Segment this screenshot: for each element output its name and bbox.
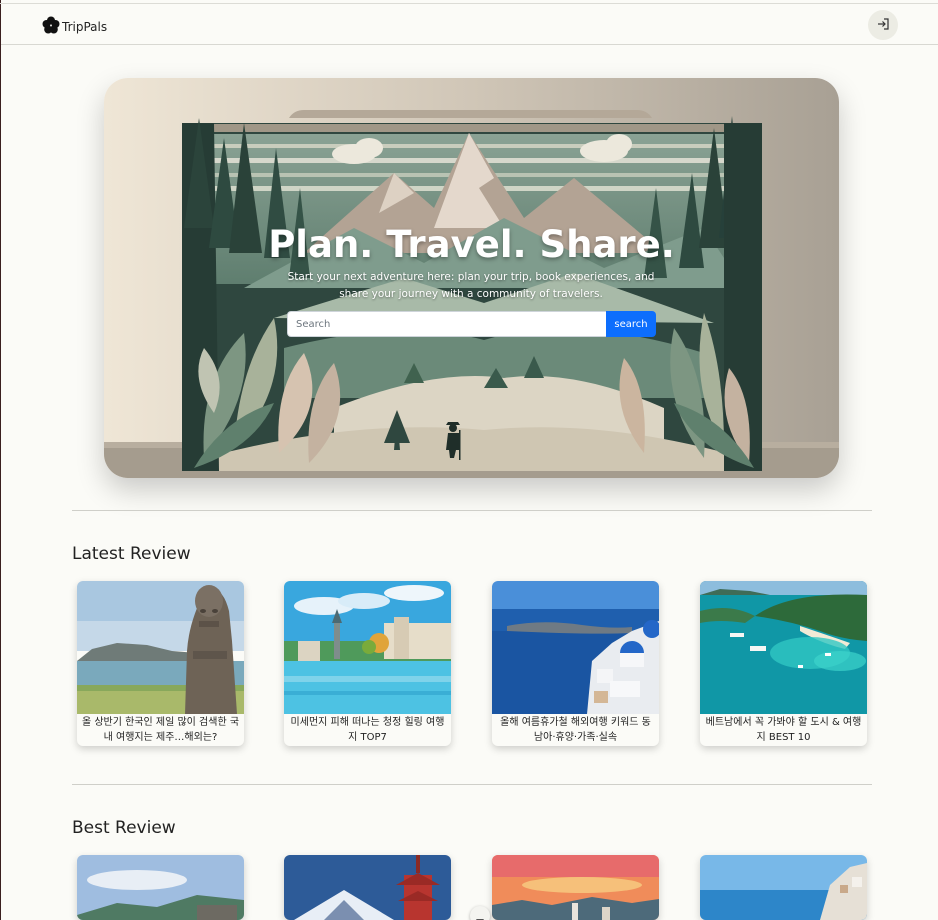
review-card[interactable]: 미세먼지 피해 떠나는 청정 힐링 여행지 TOP7 <box>284 581 451 746</box>
card-image <box>492 855 659 920</box>
card-caption: 베트남에서 꼭 가봐야 할 도시 & 여행지 BEST 10 <box>705 717 862 743</box>
flower-icon <box>41 15 61 39</box>
card-image <box>700 855 867 920</box>
card-caption: 올 상반기 한국인 제일 많이 검색한 국내 여행지는 제주…해외는? <box>81 717 240 743</box>
review-card[interactable]: 올 상반기 한국인 제일 많이 검색한 국내 여행지는 제주…해외는? <box>77 581 244 746</box>
review-card[interactable] <box>77 855 244 920</box>
card-caption: 올해 여름휴가철 해외여행 키워드 동남아·휴양·가족·실속 <box>500 717 651 743</box>
review-card[interactable] <box>492 855 659 920</box>
section-divider <box>72 784 872 785</box>
card-image <box>492 581 659 714</box>
hero-title: Plan. Travel. Share. <box>268 223 675 266</box>
review-card[interactable] <box>700 855 867 920</box>
card-image <box>700 581 867 714</box>
login-button[interactable] <box>868 10 898 40</box>
hero-banner: Plan. Travel. Share. Start your next adv… <box>104 78 839 478</box>
sign-in-icon <box>876 16 890 35</box>
review-card[interactable]: 올해 여름휴가철 해외여행 키워드 동남아·휴양·가족·실속 <box>492 581 659 746</box>
review-card[interactable]: 베트남에서 꼭 가봐야 할 도시 & 여행지 BEST 10 <box>700 581 867 746</box>
section-divider <box>72 510 872 511</box>
review-card[interactable] <box>284 855 451 920</box>
search-input[interactable] <box>287 311 606 337</box>
search-button[interactable]: search <box>606 311 656 337</box>
brand-name: TripPals <box>62 20 108 34</box>
search-form: search <box>287 311 656 337</box>
brand[interactable]: TripPals <box>41 15 107 39</box>
hero-subtitle: Start your next adventure here: plan you… <box>287 271 655 300</box>
card-image <box>77 855 244 920</box>
card-caption: 미세먼지 피해 떠나는 청정 힐링 여행지 TOP7 <box>290 717 445 743</box>
card-image <box>77 581 244 714</box>
card-image <box>284 855 451 920</box>
latest-review-title: Latest Review <box>72 544 191 564</box>
scroll-down-button[interactable] <box>470 906 490 920</box>
chevron-down-icon <box>476 910 484 920</box>
window-edge <box>0 0 1 920</box>
card-image <box>284 581 451 714</box>
best-review-title: Best Review <box>72 818 176 838</box>
navbar: TripPals <box>1 4 938 45</box>
